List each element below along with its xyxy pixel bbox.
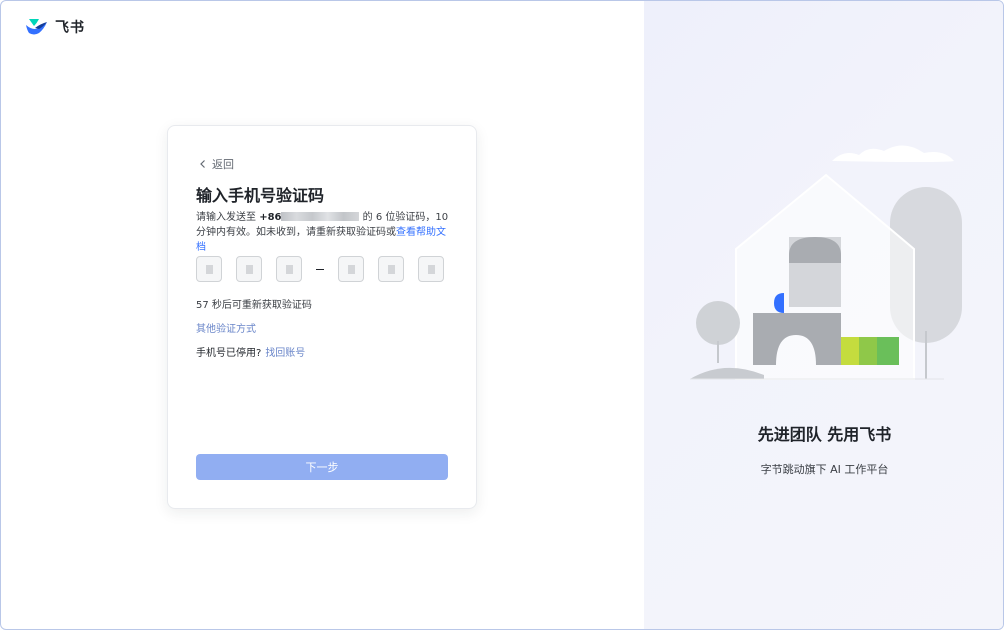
phone-country-code: +86 — [259, 212, 282, 223]
back-link[interactable]: 返回 — [198, 156, 234, 172]
tree-left — [696, 301, 740, 345]
verification-card: 返回 输入手机号验证码 请输入发送至 +86 的 6 位验证码，10 分钟内有效… — [167, 125, 477, 509]
login-window: 飞书 返回 输入手机号验证码 请输入发送至 +86 的 6 位验证码，10 分钟… — [0, 0, 1004, 630]
recover-account-link[interactable]: 找回账号 — [265, 348, 305, 359]
other-methods-link[interactable]: 其他验证方式 — [196, 320, 256, 335]
desc-prefix: 请输入发送至 — [196, 212, 260, 223]
sub-slogan: 字节跳动旗下 AI 工作平台 — [760, 463, 889, 476]
next-button[interactable]: 下一步 — [196, 454, 448, 480]
chevron-left-icon — [198, 159, 208, 169]
code-digit-3[interactable] — [276, 256, 302, 282]
back-label: 返回 — [212, 158, 234, 171]
brand: 飞书 — [25, 17, 85, 37]
code-digit-2[interactable] — [236, 256, 262, 282]
code-input-row — [196, 256, 444, 282]
code-digit-1[interactable] — [196, 256, 222, 282]
feishu-logo-icon — [25, 17, 49, 37]
page-title: 输入手机号验证码 — [196, 186, 325, 205]
promo-panel: 先进团队 先用飞书 字节跳动旗下 AI 工作平台 — [644, 1, 1003, 629]
masked-phone-number — [281, 212, 360, 221]
slogan: 先进团队 先用飞书 — [757, 425, 892, 444]
brand-name: 飞书 — [55, 20, 85, 36]
code-separator — [316, 268, 324, 270]
code-digit-5[interactable] — [378, 256, 404, 282]
code-digit-4[interactable] — [338, 256, 364, 282]
office-illustration — [690, 145, 962, 380]
code-digit-6[interactable] — [418, 256, 444, 282]
phone-disabled-text: 手机号已停用? — [196, 348, 262, 359]
phone-disabled-line: 手机号已停用? 找回账号 — [196, 344, 305, 359]
instruction-text: 请输入发送至 +86 的 6 位验证码，10 分钟内有效。如未收到，请重新获取验… — [196, 210, 452, 255]
cloud-shape — [832, 145, 954, 162]
resend-countdown: 57 秒后可重新获取验证码 — [196, 300, 312, 311]
